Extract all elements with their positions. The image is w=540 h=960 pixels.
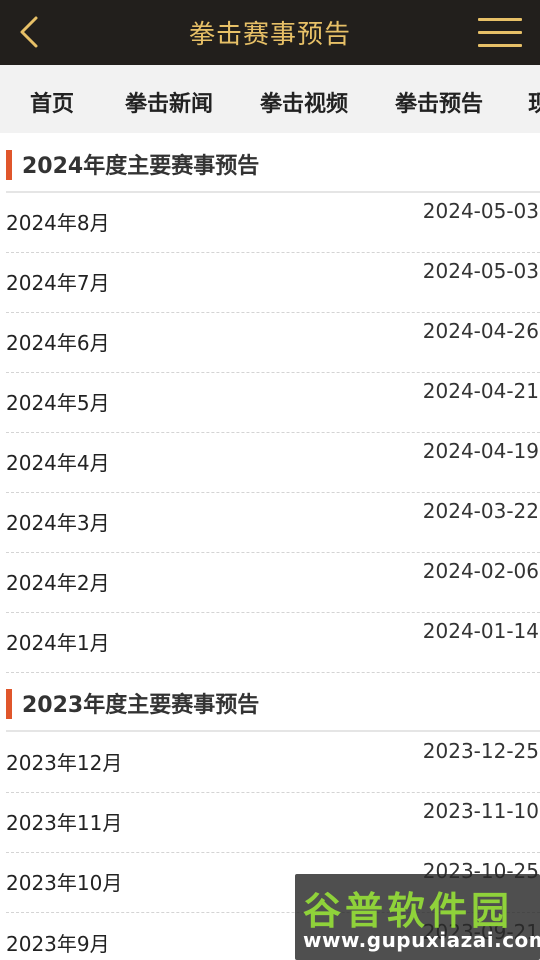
watermark-title: 谷普软件园 [303, 889, 514, 933]
item-label: 2024年2月 [6, 571, 110, 595]
hamburger-menu-icon [478, 18, 522, 47]
item-date: 2024-05-03 [422, 259, 539, 283]
list-item[interactable]: 2024年5月 2024-04-21 [0, 373, 540, 433]
item-label: 2024年5月 [6, 391, 110, 415]
nav-item-boxing-videos[interactable]: 拳击视频 [260, 65, 348, 133]
item-label: 2024年4月 [6, 451, 110, 475]
item-label: 2024年1月 [6, 631, 110, 655]
section-header-2023: 2023年度主要赛事预告 [0, 674, 540, 732]
item-date: 2023-12-25 [422, 739, 539, 763]
item-label: 2023年12月 [6, 751, 123, 775]
item-label: 2023年11月 [6, 811, 123, 835]
section-marker [6, 150, 12, 180]
item-date: 2023-11-10 [422, 799, 539, 823]
list-item[interactable]: 2024年3月 2024-03-22 [0, 493, 540, 553]
category-nav: 首页 拳击新闻 拳击视频 拳击预告 现 [0, 65, 540, 133]
back-button[interactable] [10, 12, 50, 52]
item-label: 2024年7月 [6, 271, 110, 295]
item-label: 2024年6月 [6, 331, 110, 355]
nav-item-boxing-news[interactable]: 拳击新闻 [125, 65, 213, 133]
divider [6, 730, 540, 732]
list-item[interactable]: 2023年12月 2023-12-25 [0, 733, 540, 793]
list-item[interactable]: 2024年4月 2024-04-19 [0, 433, 540, 493]
list-item[interactable]: 2024年8月 2024-05-03 [0, 193, 540, 253]
item-date: 2024-04-26 [422, 319, 539, 343]
watermark-logo: 谷普软件园 www.gupuxiazai.com [295, 874, 540, 960]
section-title: 2023年度主要赛事预告 [22, 693, 260, 718]
page-title: 拳击赛事预告 [188, 20, 351, 50]
watermark-url: www.gupuxiazai.com [303, 928, 540, 952]
section-title: 2024年度主要赛事预告 [22, 154, 260, 179]
list-item[interactable]: 2024年7月 2024-05-03 [0, 253, 540, 313]
nav-item-home[interactable]: 首页 [30, 65, 74, 133]
section-header-2024: 2024年度主要赛事预告 [0, 135, 540, 193]
top-app-bar: 拳击赛事预告 [0, 0, 540, 65]
item-label: 2024年3月 [6, 511, 110, 535]
item-date: 2024-03-22 [422, 499, 539, 523]
nav-item-boxing-preview[interactable]: 拳击预告 [395, 65, 483, 133]
nav-item-more[interactable]: 现 [528, 65, 540, 133]
menu-button[interactable] [476, 14, 526, 52]
list-item[interactable]: 2024年6月 2024-04-26 [0, 313, 540, 373]
item-date: 2024-04-21 [422, 379, 539, 403]
item-label: 2023年9月 [6, 932, 110, 956]
item-date: 2024-01-14 [422, 619, 539, 643]
list-item[interactable]: 2024年1月 2024-01-14 [0, 613, 540, 673]
chevron-left-icon [20, 16, 38, 48]
section-marker [6, 689, 12, 719]
list-item[interactable]: 2023年11月 2023-11-10 [0, 793, 540, 853]
list-item[interactable]: 2024年2月 2024-02-06 [0, 553, 540, 613]
item-label: 2024年8月 [6, 211, 110, 235]
divider [6, 672, 540, 673]
item-label: 2023年10月 [6, 871, 123, 895]
item-date: 2024-04-19 [422, 439, 539, 463]
item-date: 2024-05-03 [422, 199, 539, 223]
item-date: 2024-02-06 [422, 559, 539, 583]
